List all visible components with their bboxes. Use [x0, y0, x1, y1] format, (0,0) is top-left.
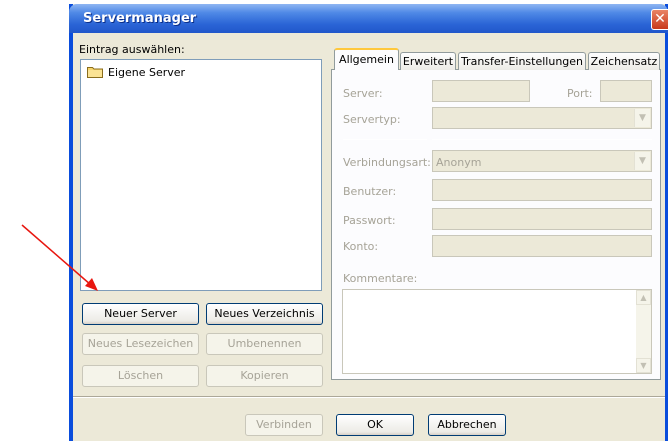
tab-allgemein[interactable]: Allgemein — [334, 48, 399, 70]
user-input[interactable] — [432, 179, 652, 201]
comments-label: Kommentare: — [343, 272, 418, 285]
window-title: Servermanager — [83, 11, 197, 26]
scroll-down-icon[interactable]: ▼ — [636, 358, 651, 373]
port-input[interactable] — [600, 80, 652, 102]
user-label: Benutzer: — [343, 185, 397, 198]
password-label: Passwort: — [343, 214, 396, 227]
tab-zeichensatz[interactable]: Zeichensatz — [588, 52, 660, 70]
servertype-label: Servertyp: — [343, 113, 401, 126]
select-entry-label: Eintrag auswählen: — [79, 43, 185, 56]
tab-transfer-einstellungen[interactable]: Transfer-Einstellungen — [458, 52, 586, 70]
new-bookmark-button[interactable]: Neues Lesezeichen — [82, 333, 199, 355]
chevron-down-icon[interactable]: ▼ — [634, 109, 650, 127]
servertype-select[interactable] — [432, 107, 652, 129]
new-server-button[interactable]: Neuer Server — [82, 303, 199, 325]
port-label: Port: — [567, 87, 593, 100]
connect-button[interactable]: Verbinden — [245, 414, 323, 436]
account-input[interactable] — [432, 235, 652, 257]
close-button[interactable]: ✕ — [651, 9, 668, 30]
connection-type-label: Verbindungsart: — [343, 156, 431, 169]
folder-icon — [87, 67, 103, 78]
rename-button[interactable]: Umbenennen — [206, 333, 323, 355]
tree-item-label[interactable]: Eigene Server — [108, 66, 185, 79]
separator — [343, 139, 427, 140]
separator — [432, 139, 652, 140]
scroll-up-icon[interactable]: ▲ — [636, 290, 651, 305]
footer-separator — [73, 396, 665, 398]
server-label: Server: — [343, 87, 383, 100]
server-input[interactable] — [432, 80, 530, 102]
password-input[interactable] — [432, 208, 652, 230]
account-label: Konto: — [343, 240, 379, 253]
ok-button[interactable]: OK — [336, 414, 414, 436]
server-tree[interactable] — [80, 59, 322, 291]
new-folder-button[interactable]: Neues Verzeichnis — [206, 303, 323, 325]
chevron-down-icon[interactable]: ▼ — [634, 152, 650, 170]
connection-type-value: Anonym — [436, 156, 482, 169]
cancel-button[interactable]: Abbrechen — [428, 414, 506, 436]
delete-button[interactable]: Löschen — [82, 365, 199, 387]
copy-button[interactable]: Kopieren — [206, 365, 323, 387]
comments-textarea[interactable] — [342, 289, 652, 374]
tab-erweitert[interactable]: Erweitert — [400, 52, 456, 70]
